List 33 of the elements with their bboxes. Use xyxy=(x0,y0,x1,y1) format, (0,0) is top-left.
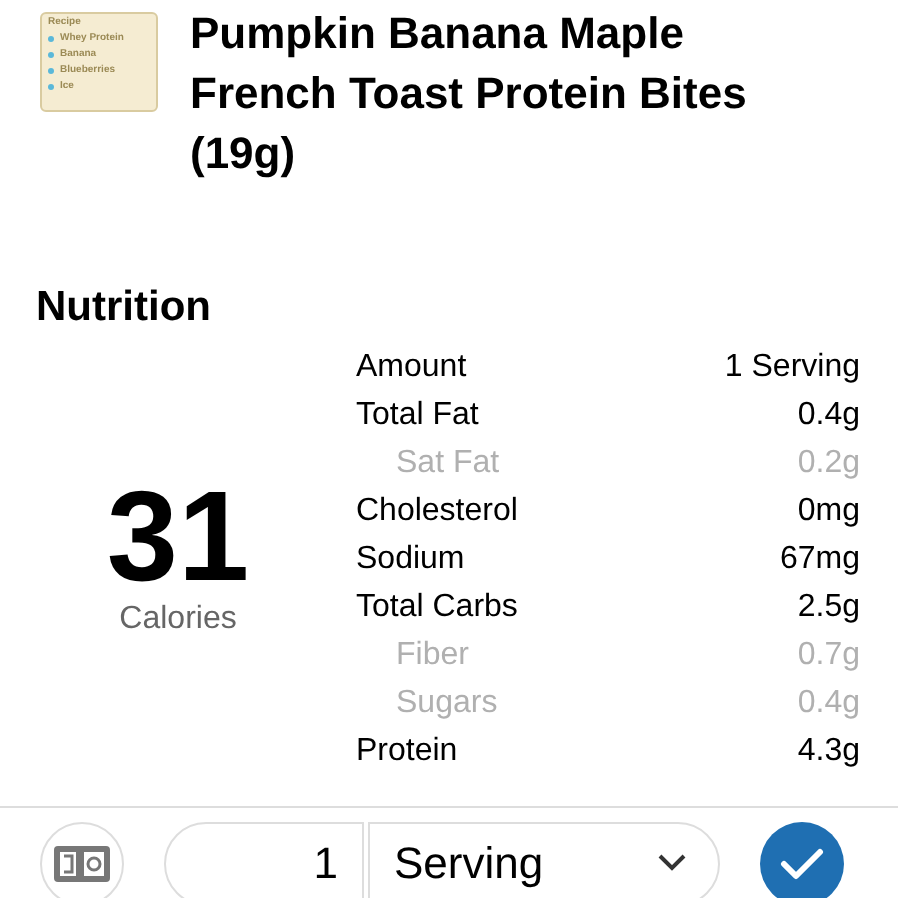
nutrient-name: Sugars xyxy=(394,684,498,724)
confirm-button[interactable] xyxy=(760,821,844,898)
nutrient-name: Total Fat xyxy=(356,396,479,436)
nutrient-name: Fiber xyxy=(394,636,469,676)
nutrient-name: Sodium xyxy=(356,540,465,580)
unit-dropdown[interactable]: Serving xyxy=(368,821,720,898)
recipe-title: Pumpkin Banana Maple French Toast Protein Bites (19g) xyxy=(190,6,749,182)
nutrient-value: 2.5g xyxy=(797,588,860,628)
nutrient-value: 0.7g xyxy=(797,636,860,676)
bullet-icon xyxy=(48,35,54,41)
chevron-down-icon xyxy=(658,854,686,872)
calories-label: Calories xyxy=(119,600,237,640)
section-heading: Nutrition xyxy=(34,282,213,334)
nutrient-value: 0mg xyxy=(797,492,860,532)
nutrient-name: Sat Fat xyxy=(394,444,500,484)
bullet-icon xyxy=(48,51,54,57)
checkmark-icon xyxy=(780,847,824,879)
nutrient-value: 0.4g xyxy=(797,684,860,724)
nutrient-value: 4.3g xyxy=(797,732,860,772)
bullet-icon xyxy=(48,83,54,89)
nutrient-value: 0.4g xyxy=(797,396,860,436)
nutrient-name: Cholesterol xyxy=(356,492,518,532)
unit-converter-button[interactable] xyxy=(40,821,124,898)
nutrient-value: 0.2g xyxy=(797,444,860,484)
calories-value: 31 xyxy=(106,472,250,600)
nutrient-name: Amount xyxy=(356,348,467,388)
nutrient-name: Total Carbs xyxy=(356,588,518,628)
nutrient-name: Protein xyxy=(356,732,458,772)
converter-icon xyxy=(52,843,112,883)
bullet-icon xyxy=(48,67,54,73)
nutrient-value: 67mg xyxy=(779,540,860,580)
nutrient-value: 1 Serving xyxy=(724,348,860,388)
quantity-field[interactable]: 1 xyxy=(164,821,364,898)
